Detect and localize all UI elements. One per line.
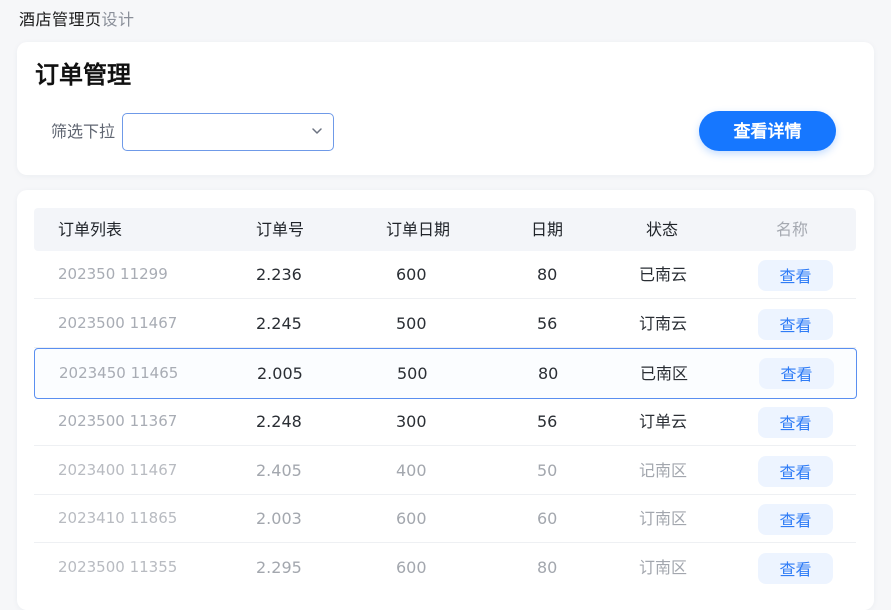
view-details-button[interactable]: 查看详情 bbox=[699, 111, 836, 151]
day-cell: 80 bbox=[538, 364, 559, 383]
table-row[interactable]: 2023410 11865 2.003 600 60 订南区 查看 bbox=[34, 495, 856, 543]
status-cell: 订南区 bbox=[639, 509, 688, 528]
day-cell: 80 bbox=[537, 558, 558, 577]
order-cell: 2023500 11355 bbox=[58, 558, 178, 576]
column-header-order-number[interactable]: 订单号 bbox=[256, 208, 304, 251]
status-cell: 记南区 bbox=[639, 461, 688, 480]
order-cell: 2023500 11367 bbox=[58, 412, 178, 430]
number-cell: 2.236 bbox=[256, 265, 302, 284]
row-view-button[interactable]: 查看 bbox=[758, 553, 833, 584]
day-cell: 56 bbox=[537, 314, 558, 333]
row-view-button[interactable]: 查看 bbox=[758, 407, 833, 438]
order-cell: 2023500 11467 bbox=[58, 314, 178, 332]
app-title: 酒店管理页 bbox=[19, 10, 102, 29]
app-subtitle: 设计 bbox=[101, 10, 135, 29]
order-cell: 2023410 11865 bbox=[58, 509, 178, 527]
date-cell: 600 bbox=[396, 265, 427, 284]
number-cell: 2.248 bbox=[256, 412, 302, 431]
table-row-selected[interactable]: 2023450 11465 2.005 500 80 已南区 查看 bbox=[34, 348, 857, 399]
row-view-button[interactable]: 查看 bbox=[758, 260, 833, 291]
date-cell: 300 bbox=[396, 412, 427, 431]
status-cell: 订南区 bbox=[639, 558, 688, 577]
column-header-status[interactable]: 状态 bbox=[646, 208, 678, 251]
date-cell: 500 bbox=[397, 364, 428, 383]
day-cell: 50 bbox=[537, 461, 558, 480]
status-cell: 已南云 bbox=[639, 265, 688, 284]
number-cell: 2.003 bbox=[256, 509, 302, 528]
day-cell: 80 bbox=[537, 265, 558, 284]
row-view-button[interactable]: 查看 bbox=[758, 504, 833, 535]
table-row[interactable]: 2023400 11467 2.405 400 50 记南区 查看 bbox=[34, 447, 856, 495]
day-cell: 60 bbox=[537, 509, 558, 528]
table-row[interactable]: 2023500 11355 2.295 600 80 订南区 查看 bbox=[34, 544, 856, 592]
table-header: 订单列表 订单号 订单日期 日期 状态 名称 bbox=[34, 208, 856, 251]
order-cell: 202350 11299 bbox=[58, 265, 168, 283]
date-cell: 600 bbox=[396, 558, 427, 577]
chevron-down-icon bbox=[312, 128, 322, 134]
order-cell: 2023400 11467 bbox=[58, 461, 178, 479]
date-cell: 500 bbox=[396, 314, 427, 333]
day-cell: 56 bbox=[537, 412, 558, 431]
order-cell: 2023450 11465 bbox=[59, 364, 179, 382]
row-view-button[interactable]: 查看 bbox=[759, 358, 834, 389]
table-row[interactable]: 2023500 11467 2.245 500 56 订南云 查看 bbox=[34, 300, 856, 348]
number-cell: 2.005 bbox=[257, 364, 303, 383]
section-title: 订单管理 bbox=[35, 61, 131, 89]
column-header-name[interactable]: 名称 bbox=[776, 208, 808, 251]
filter-select[interactable] bbox=[122, 113, 334, 151]
date-cell: 600 bbox=[396, 509, 427, 528]
filter-label: 筛选下拉 bbox=[51, 122, 116, 141]
status-cell: 订南云 bbox=[639, 314, 688, 333]
row-view-button[interactable]: 查看 bbox=[758, 456, 833, 487]
table-row[interactable]: 202350 11299 2.236 600 80 已南云 查看 bbox=[34, 251, 856, 299]
status-cell: 已南区 bbox=[640, 364, 689, 383]
page-title: 酒店管理页设计 bbox=[19, 8, 135, 32]
number-cell: 2.295 bbox=[256, 558, 302, 577]
table-row[interactable]: 2023500 11367 2.248 300 56 订单云 查看 bbox=[34, 398, 856, 446]
number-cell: 2.245 bbox=[256, 314, 302, 333]
row-view-button[interactable]: 查看 bbox=[758, 309, 833, 340]
number-cell: 2.405 bbox=[256, 461, 302, 480]
column-header-order-list[interactable]: 订单列表 bbox=[58, 208, 122, 251]
orders-table: 订单列表 订单号 订单日期 日期 状态 名称 202350 11299 2.23… bbox=[17, 190, 874, 610]
date-cell: 400 bbox=[396, 461, 427, 480]
column-header-date[interactable]: 日期 bbox=[531, 208, 563, 251]
column-header-order-date[interactable]: 订单日期 bbox=[386, 208, 450, 251]
status-cell: 订单云 bbox=[639, 412, 688, 431]
filter-card: 订单管理 筛选下拉 查看详情 bbox=[17, 42, 874, 175]
